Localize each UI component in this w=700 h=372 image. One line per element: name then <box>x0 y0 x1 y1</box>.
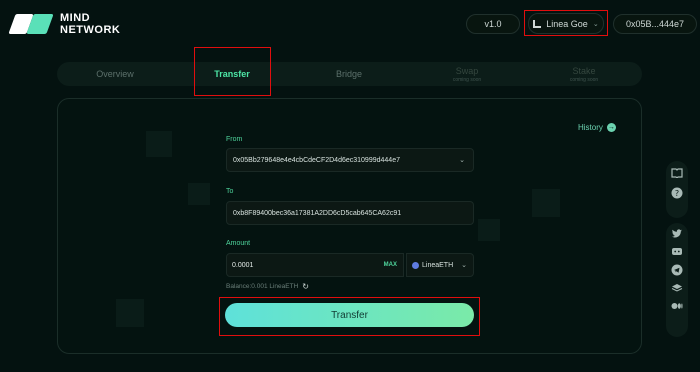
account-button[interactable]: 0x05B...444e7 <box>613 14 697 34</box>
max-button[interactable]: MAX <box>384 262 397 268</box>
arrow-right-icon: → <box>606 123 616 132</box>
background-tile <box>116 299 144 327</box>
svg-text:?: ? <box>675 189 679 198</box>
tab-overview-label: Overview <box>96 69 134 79</box>
brand-name-line1: MIND <box>60 12 91 24</box>
token-select[interactable]: LineaETH ⌄ <box>406 253 474 277</box>
chevron-down-icon: ⌄ <box>592 20 599 28</box>
brand-logo[interactable]: MIND NETWORK <box>8 12 120 36</box>
medium-icon[interactable] <box>671 300 683 312</box>
balance-row: Balance:0.001 LineaETH ↻ <box>226 282 309 291</box>
eth-token-icon <box>412 261 419 269</box>
background-tile <box>532 189 560 217</box>
tab-stake-coming-soon: coming soon <box>569 76 599 83</box>
amount-row: 0.0001 MAX LineaETH ⌄ <box>226 253 474 277</box>
history-label: History <box>578 123 603 132</box>
from-label: From <box>226 136 243 143</box>
tab-overview[interactable]: Overview <box>85 62 145 86</box>
network-selector[interactable]: Linea Goe ⌄ <box>528 13 604 34</box>
linea-network-icon <box>533 19 542 28</box>
tab-transfer-label: Transfer <box>214 69 250 79</box>
history-link[interactable]: History → <box>578 123 616 132</box>
version-badge[interactable]: v1.0 <box>466 14 520 34</box>
tab-stake: Stake coming soon <box>554 62 614 86</box>
balance-text: Balance:0.001 LineaETH <box>226 283 299 290</box>
version-label: v1.0 <box>484 19 502 29</box>
tab-transfer[interactable]: Transfer <box>197 62 267 86</box>
help-icon[interactable]: ? <box>671 187 683 199</box>
social-links-group <box>666 223 688 337</box>
transfer-button[interactable]: Transfer <box>225 303 474 327</box>
background-tile <box>146 131 172 157</box>
to-label: To <box>226 188 234 195</box>
refresh-icon[interactable]: ↻ <box>302 282 309 291</box>
tab-swap-label: Swap <box>455 65 479 76</box>
discord-icon[interactable] <box>671 246 683 258</box>
twitter-icon[interactable] <box>671 228 683 240</box>
to-address-value: 0xb8F89400bec36a17381A2DD6cD5cab645CA62c… <box>233 209 402 217</box>
from-address-select[interactable]: 0x05Bb279648e4e4cbCdeCF2D4d6ec310999d444… <box>226 148 474 172</box>
chevron-down-icon: ⌄ <box>461 262 467 269</box>
background-tile <box>478 219 500 241</box>
tab-swap-coming-soon: coming soon <box>452 76 482 83</box>
tab-stake-label: Stake <box>572 65 596 76</box>
tab-swap: Swap coming soon <box>437 62 497 86</box>
from-address-value: 0x05Bb279648e4e4cbCdeCF2D4d6ec310999d444… <box>233 156 400 164</box>
tab-bridge[interactable]: Bridge <box>319 62 379 86</box>
brand-name: MIND NETWORK <box>60 12 120 36</box>
network-label: Linea Goe <box>546 18 588 29</box>
chevron-down-icon: ⌄ <box>459 157 465 164</box>
amount-input[interactable]: 0.0001 MAX <box>226 253 404 277</box>
top-bar: MIND NETWORK v1.0 Linea Goe ⌄ 0x05B...44… <box>0 0 700 52</box>
telegram-icon[interactable] <box>671 264 683 276</box>
book-icon[interactable] <box>671 167 683 179</box>
amount-label: Amount <box>226 240 251 247</box>
account-address: 0x05B...444e7 <box>625 19 685 29</box>
background-tile <box>188 183 210 205</box>
logo-mark-icon <box>8 12 54 36</box>
stack-icon[interactable] <box>671 282 683 294</box>
main-tabs: Overview Transfer Bridge Swap coming soo… <box>57 62 642 86</box>
help-links-group: ? <box>666 161 688 218</box>
brand-name-line2: NETWORK <box>60 24 121 36</box>
amount-value: 0.0001 <box>232 261 254 269</box>
to-address-input[interactable]: 0xb8F89400bec36a17381A2DD6cD5cab645CA62c… <box>226 201 474 225</box>
token-label: LineaETH <box>422 261 454 269</box>
tab-bridge-label: Bridge <box>335 69 362 79</box>
